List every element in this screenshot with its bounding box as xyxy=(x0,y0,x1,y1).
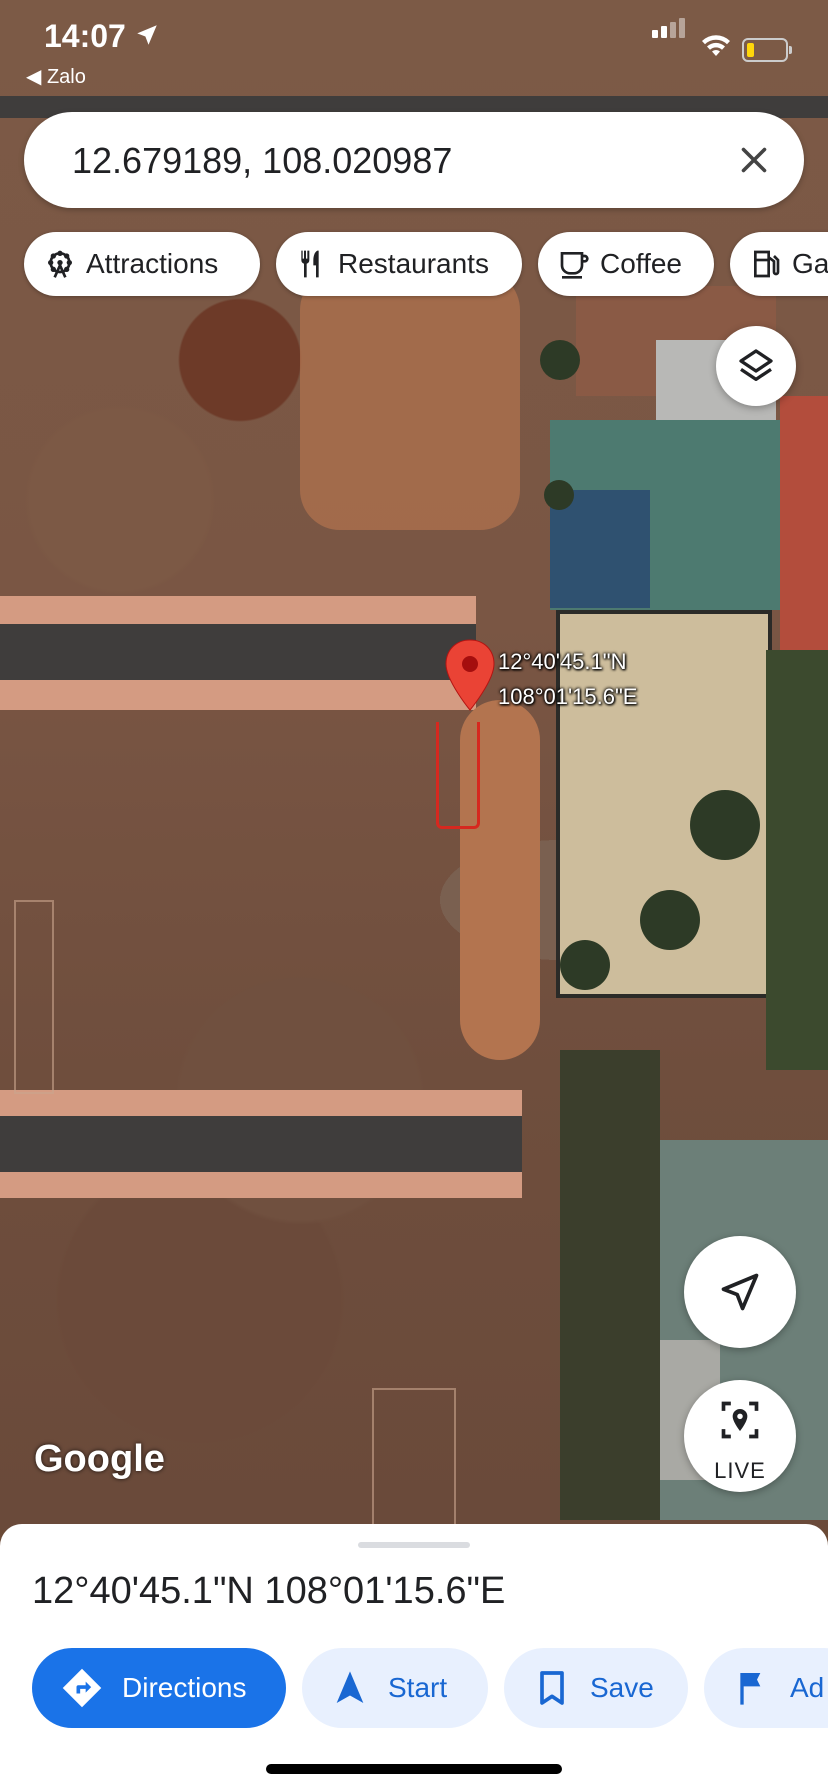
live-view-label: LIVE xyxy=(714,1458,766,1483)
map-road xyxy=(0,624,476,680)
map-plot-outline xyxy=(372,1388,456,1530)
pin-longitude: 108°01'15.6"E xyxy=(498,684,638,709)
category-chips: Attractions Restaurants Coffee Ga xyxy=(0,232,828,296)
map-vegetation xyxy=(766,650,828,1070)
map-curb xyxy=(0,680,476,710)
home-indicator[interactable] xyxy=(266,1764,562,1774)
highlighted-parcel xyxy=(436,722,480,829)
layers-button[interactable] xyxy=(716,326,796,406)
map-pin-icon[interactable] xyxy=(444,638,496,712)
save-label: Save xyxy=(590,1672,654,1703)
gas-pump-icon xyxy=(754,250,780,278)
search-bar[interactable]: 12.679189, 108.020987 xyxy=(24,112,804,208)
start-button[interactable]: Start xyxy=(302,1648,488,1728)
chip-restaurants[interactable]: Restaurants xyxy=(276,232,522,296)
back-to-app-link[interactable]: ◀ Zalo xyxy=(26,64,86,89)
save-button[interactable]: Save xyxy=(504,1648,688,1728)
map-curb xyxy=(0,596,476,624)
layers-icon xyxy=(739,349,773,381)
directions-button[interactable]: Directions xyxy=(32,1648,286,1728)
chip-label: Attractions xyxy=(86,248,219,279)
map-tree xyxy=(544,480,574,510)
map-curb xyxy=(0,1090,522,1116)
sheet-drag-handle[interactable] xyxy=(358,1542,470,1548)
add-label-button[interactable]: Ad xyxy=(704,1648,828,1728)
directions-icon xyxy=(62,1668,102,1708)
map-curb xyxy=(0,1172,522,1198)
map-vegetation xyxy=(560,1050,660,1520)
pin-latitude: 12°40'45.1"N xyxy=(498,649,627,674)
map-road xyxy=(0,1116,522,1172)
navigation-arrow-icon xyxy=(721,1273,759,1311)
directions-label: Directions xyxy=(122,1672,247,1703)
action-buttons-row: Directions Start Save Ad xyxy=(0,1648,828,1728)
coffee-cup-icon xyxy=(560,252,589,279)
search-query[interactable]: 12.679189, 108.020987 xyxy=(72,140,452,182)
place-bottom-sheet[interactable]: 12°40'45.1"N 108°01'15.6"E Directions St… xyxy=(0,1524,828,1792)
battery-icon xyxy=(742,38,792,62)
chip-coffee[interactable]: Coffee xyxy=(538,232,714,296)
map-tree xyxy=(640,890,700,950)
map-plot-outline xyxy=(14,900,54,1094)
location-arrow-icon xyxy=(137,25,157,45)
google-attribution: Google xyxy=(34,1438,165,1480)
wifi-icon xyxy=(702,35,730,56)
live-view-icon xyxy=(721,1401,759,1439)
status-time: 14:07 xyxy=(44,18,126,54)
map-dirt-area xyxy=(300,270,520,530)
ferris-wheel-icon xyxy=(48,250,72,278)
pin-coordinate-label: 12°40'45.1"N 108°01'15.6"E xyxy=(498,644,637,714)
place-title: 12°40'45.1"N 108°01'15.6"E xyxy=(32,1570,506,1612)
live-view-button[interactable]: LIVE xyxy=(684,1380,796,1492)
chip-label: Restaurants xyxy=(338,248,489,279)
my-location-button[interactable] xyxy=(684,1236,796,1348)
map-tree xyxy=(690,790,760,860)
bookmark-icon xyxy=(540,1671,564,1705)
map-tree xyxy=(540,340,580,380)
chip-gas[interactable]: Ga xyxy=(730,232,828,296)
map-tree xyxy=(560,940,610,990)
status-bar: 14:07 ◀ Zalo xyxy=(0,0,828,90)
add-label: Ad xyxy=(790,1672,825,1703)
chip-label: Ga xyxy=(792,248,828,279)
chip-attractions[interactable]: Attractions xyxy=(24,232,260,296)
fork-knife-icon xyxy=(301,250,319,278)
start-label: Start xyxy=(388,1672,448,1703)
clear-search-icon[interactable] xyxy=(736,142,772,178)
flag-icon xyxy=(740,1673,761,1705)
navigation-arrow-icon xyxy=(336,1671,364,1703)
map-rooftop xyxy=(780,396,828,656)
chip-label: Coffee xyxy=(600,248,682,279)
